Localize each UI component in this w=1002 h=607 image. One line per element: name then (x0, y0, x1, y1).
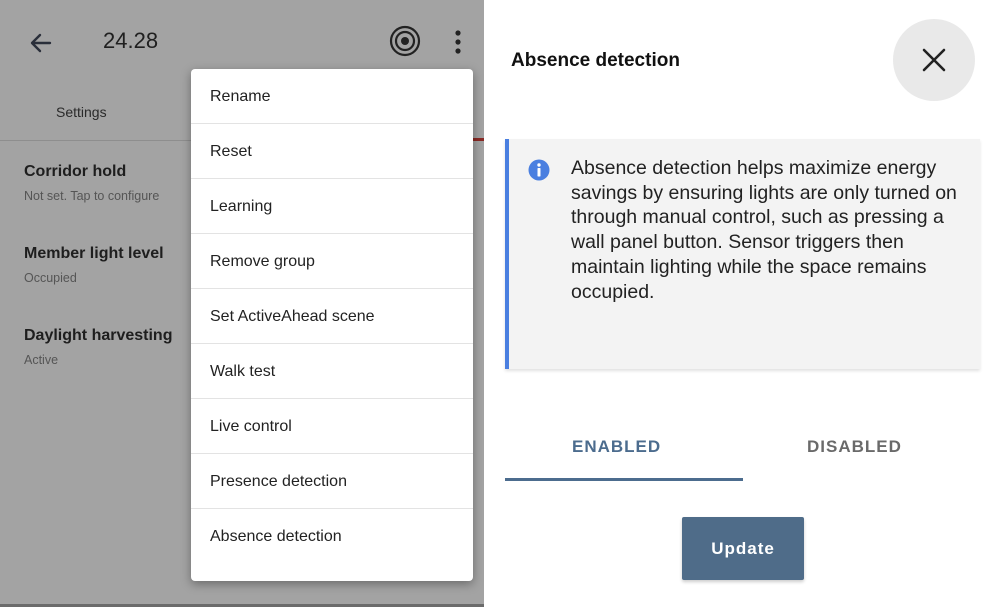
absence-detection-dialog: Absence detection Absence detection help… (484, 0, 1002, 607)
overflow-menu: Rename Reset Learning Remove group Set A… (191, 69, 473, 581)
radar-icon[interactable] (388, 24, 422, 58)
selected-option-indicator (505, 478, 743, 481)
setting-title: Corridor hold (24, 163, 127, 180)
menu-item-learning[interactable]: Learning (191, 179, 473, 234)
menu-item-remove-group[interactable]: Remove group (191, 234, 473, 289)
setting-subtitle: Occupied (24, 271, 77, 285)
menu-item-set-activeahead-scene[interactable]: Set ActiveAhead scene (191, 289, 473, 344)
close-button[interactable] (893, 19, 975, 101)
menu-item-live-control[interactable]: Live control (191, 399, 473, 454)
info-text: Absence detection helps maximize energy … (571, 157, 957, 303)
setting-subtitle: Active (24, 353, 59, 367)
menu-item-rename[interactable]: Rename (191, 69, 473, 124)
menu-item-reset[interactable]: Reset (191, 124, 473, 179)
setting-title: Member light level (24, 245, 164, 262)
dialog-title: Absence detection (511, 50, 680, 71)
kebab-icon[interactable] (448, 28, 468, 56)
tab-settings[interactable]: Settings (56, 104, 107, 120)
option-enabled[interactable]: ENABLED (572, 437, 661, 457)
menu-item-absence-detection[interactable]: Absence detection (191, 509, 473, 564)
menu-item-presence-detection[interactable]: Presence detection (191, 454, 473, 509)
option-disabled[interactable]: DISABLED (807, 437, 902, 457)
info-callout: Absence detection helps maximize energy … (505, 139, 980, 369)
update-button[interactable]: Update (682, 517, 804, 580)
setting-subtitle: Not set. Tap to configure (24, 189, 160, 203)
setting-title: Daylight harvesting (24, 327, 173, 344)
info-icon (528, 159, 550, 181)
setting-corridor-hold[interactable]: Corridor hold Not set. Tap to configure (24, 163, 159, 203)
setting-member-light-level[interactable]: Member light level Occupied (24, 245, 164, 285)
close-icon (922, 48, 946, 72)
setting-daylight-harvesting[interactable]: Daylight harvesting Active (24, 327, 172, 367)
menu-item-walk-test[interactable]: Walk test (191, 344, 473, 399)
arrow-left-icon[interactable] (28, 30, 54, 56)
page-title: 24.28 (103, 28, 159, 53)
